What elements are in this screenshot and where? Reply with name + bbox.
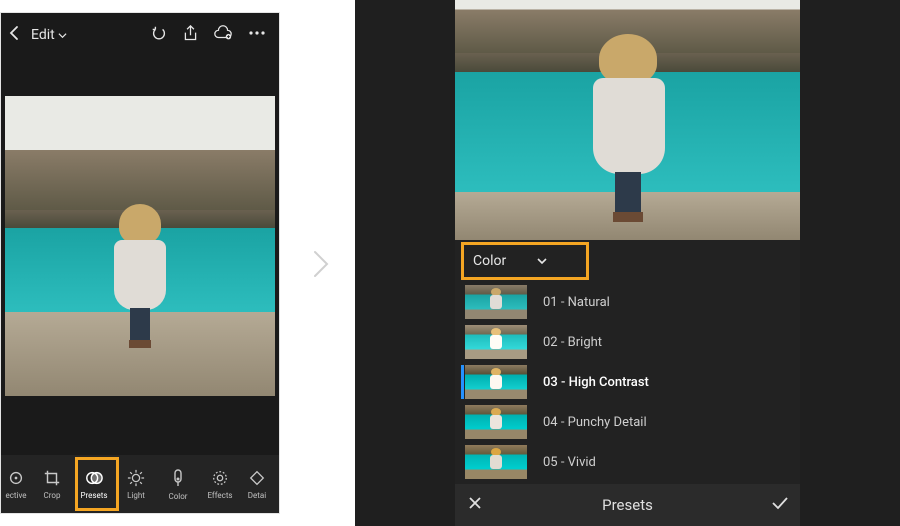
tool-detail[interactable]: Detai [241,455,273,513]
phone-left-screen: Edit [0,12,280,514]
edit-label: Edit [31,27,55,43]
tool-selective[interactable]: ective [1,455,31,513]
preset-label: 03 - High Contrast [543,375,649,390]
preset-list[interactable]: 01 - Natural 02 - Bright 03 - High Contr… [455,282,800,484]
preset-label: 04 - Punchy Detail [543,415,647,430]
preset-label: 05 - Vivid [543,455,596,470]
tool-label: Crop [44,491,61,500]
photo-image [5,96,275,396]
preset-label: 02 - Bright [543,335,602,350]
tool-label: Effects [207,491,232,500]
edit-menu[interactable]: Edit [31,27,67,43]
photo-preview-large[interactable] [455,0,800,240]
preset-thumbnail [465,285,527,319]
back-icon[interactable] [5,23,25,47]
photo-preview[interactable] [1,57,279,455]
preset-item-vivid[interactable]: 05 - Vivid [455,442,800,482]
preset-panel: Color 01 - Natural 02 - Bright 03 - High… [455,240,800,526]
close-icon[interactable] [455,495,495,516]
tool-label: Detai [248,491,266,500]
cloud-icon[interactable] [213,25,233,45]
tool-color[interactable]: Color [157,455,199,513]
tool-bar: ective Crop Presets Light Color Effects … [1,455,279,513]
preset-thumbnail [465,445,527,479]
undo-icon[interactable] [150,24,168,46]
chevron-down-icon [536,255,548,267]
preset-item-bright[interactable]: 02 - Bright [455,322,800,362]
preset-thumbnail [465,405,527,439]
tool-label: Color [169,492,188,501]
arrow-icon [312,250,330,282]
confirm-icon[interactable] [760,496,800,514]
preset-category-dropdown[interactable]: Color [455,240,800,282]
preset-footer-title: Presets [495,496,760,514]
preset-item-natural[interactable]: 01 - Natural [455,282,800,322]
tool-label: Presets [80,491,107,500]
share-icon[interactable] [182,25,199,46]
preset-item-high-contrast[interactable]: 03 - High Contrast [455,362,800,402]
tool-crop[interactable]: Crop [31,455,73,513]
preset-category-label: Color [473,253,506,269]
preset-thumbnail [465,325,527,359]
top-bar: Edit [1,13,279,57]
preset-item-punchy[interactable]: 04 - Punchy Detail [455,402,800,442]
tool-presets[interactable]: Presets [73,455,115,513]
tool-label: ective [5,491,26,500]
more-icon[interactable] [247,25,267,45]
tool-label: Light [127,491,145,500]
phone-right-screen: Color 01 - Natural 02 - Bright 03 - High… [355,0,900,526]
preset-label: 01 - Natural [543,295,610,310]
caret-down-icon [58,31,67,40]
tool-effects[interactable]: Effects [199,455,241,513]
preset-footer: Presets [455,484,800,526]
preset-thumbnail [465,365,527,399]
tool-light[interactable]: Light [115,455,157,513]
